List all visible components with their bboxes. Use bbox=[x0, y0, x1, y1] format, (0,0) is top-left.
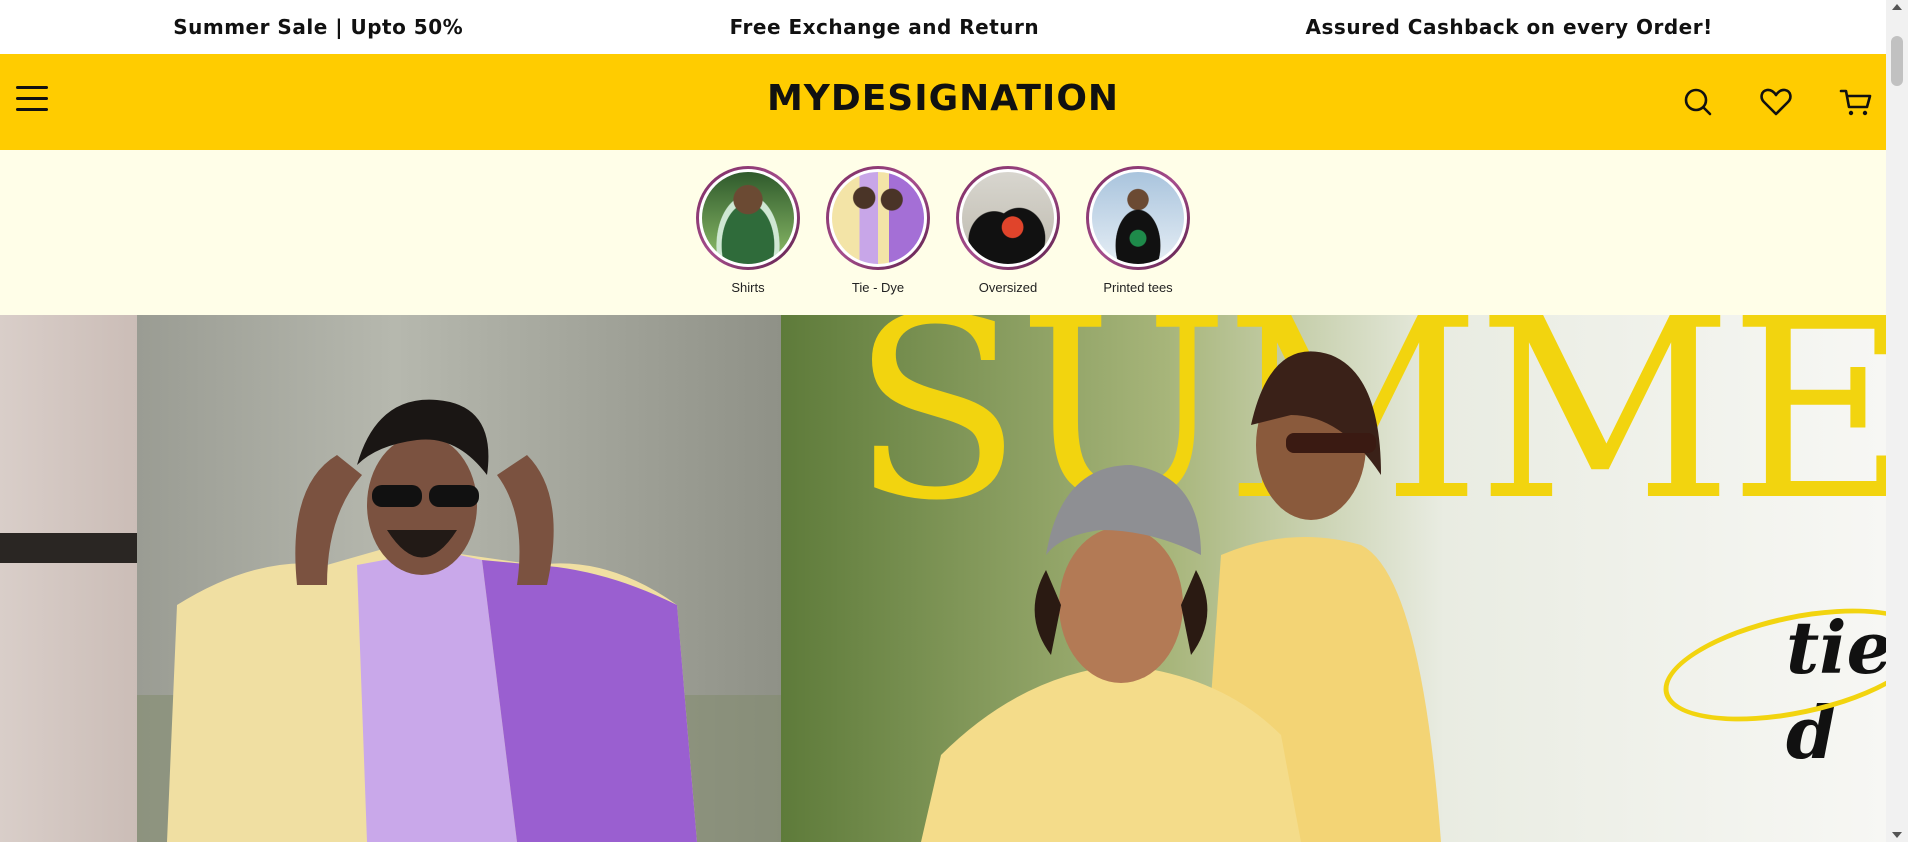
category-image bbox=[699, 169, 797, 267]
category-image bbox=[1089, 169, 1187, 267]
category-label: Printed tees bbox=[1103, 280, 1173, 295]
announcement-exchange: Free Exchange and Return bbox=[729, 15, 1040, 39]
search-icon bbox=[1684, 88, 1712, 116]
category-tie-dye[interactable]: Tie - Dye bbox=[824, 166, 932, 315]
category-strip: Shirts Tie - Dye Oversized Printed tees bbox=[0, 150, 1886, 315]
category-label: Shirts bbox=[731, 280, 765, 295]
category-oversized[interactable]: Oversized bbox=[954, 166, 1062, 315]
hero-left-slice bbox=[0, 315, 137, 842]
category-printed-tees[interactable]: Printed tees bbox=[1084, 166, 1192, 315]
category-label: Oversized bbox=[978, 280, 1038, 295]
category-label: Tie - Dye bbox=[851, 280, 905, 295]
hero-tie-dye-panel bbox=[137, 315, 781, 842]
wishlist-button[interactable] bbox=[1758, 84, 1794, 120]
category-shirts[interactable]: Shirts bbox=[694, 166, 802, 315]
heart-icon bbox=[1760, 88, 1792, 116]
hero-couple-image bbox=[921, 351, 1441, 842]
brand-logo[interactable]: MYDESIGNATION bbox=[0, 78, 1886, 119]
scrollbar-thumb[interactable] bbox=[1891, 36, 1903, 86]
announcement-bar: Summer Sale | Upto 50% Free Exchange and… bbox=[0, 0, 1886, 54]
hero-summer-panel: SUMME tie d bbox=[781, 315, 1886, 842]
search-button[interactable] bbox=[1680, 84, 1716, 120]
page: Summer Sale | Upto 50% Free Exchange and… bbox=[0, 0, 1886, 842]
cart-button[interactable] bbox=[1838, 84, 1874, 120]
hero-banner[interactable]: SUMME tie d bbox=[0, 315, 1886, 842]
category-image bbox=[829, 169, 927, 267]
hero-model-image bbox=[137, 399, 781, 842]
category-image bbox=[959, 169, 1057, 267]
announcement-sale: Summer Sale | Upto 50% bbox=[173, 15, 464, 39]
scroll-up-arrow-icon[interactable] bbox=[1892, 4, 1902, 10]
page-scrollbar[interactable] bbox=[1886, 0, 1908, 842]
cart-icon bbox=[1839, 89, 1872, 116]
scroll-down-arrow-icon[interactable] bbox=[1892, 832, 1902, 838]
site-header: MYDESIGNATION bbox=[0, 54, 1886, 150]
announcement-cashback: Assured Cashback on every Order! bbox=[1305, 15, 1713, 39]
